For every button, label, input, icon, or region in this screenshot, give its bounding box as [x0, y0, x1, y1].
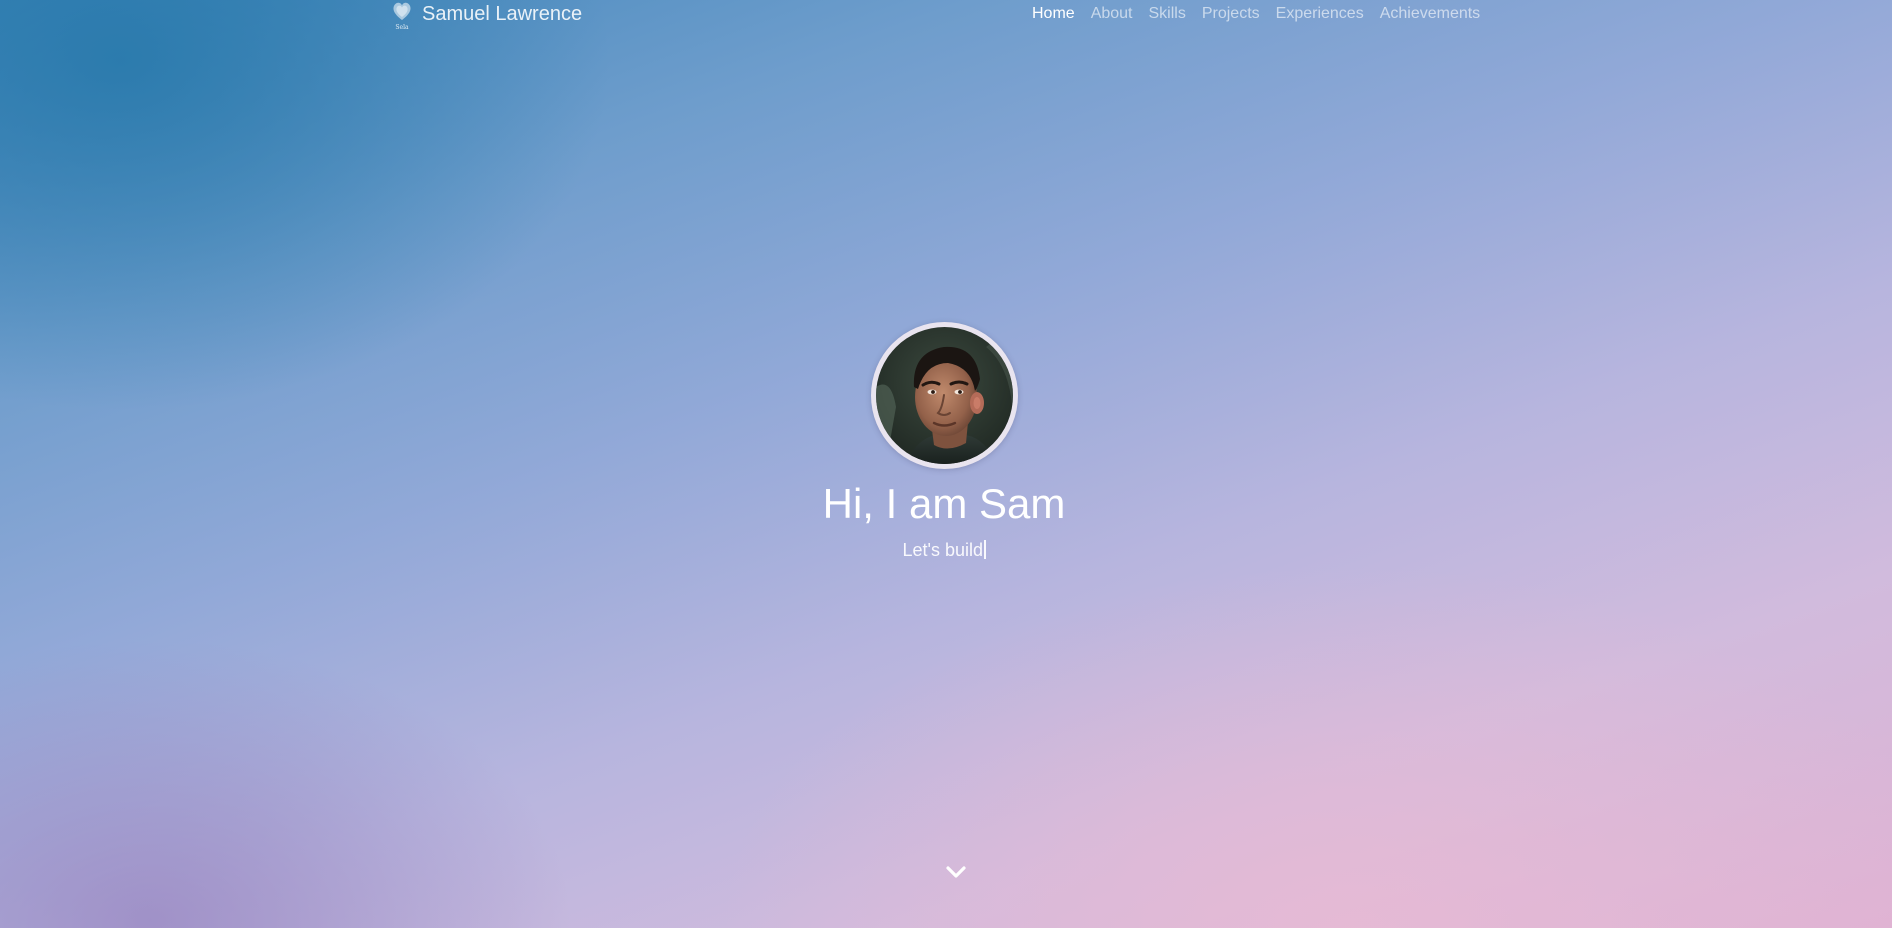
hero-subtitle: Let's build — [0, 536, 1888, 564]
typing-cursor — [984, 540, 986, 559]
hero-section: Hi, I am Sam Let's build — [0, 0, 1892, 928]
avatar-frame — [871, 322, 1018, 469]
chevron-down-icon — [946, 866, 966, 878]
hero-title: Hi, I am Sam — [822, 480, 1066, 527]
scroll-down-button[interactable] — [944, 860, 968, 884]
profile-photo-icon — [876, 327, 1013, 464]
typed-text: Let's build — [902, 540, 984, 560]
avatar — [876, 327, 1013, 464]
